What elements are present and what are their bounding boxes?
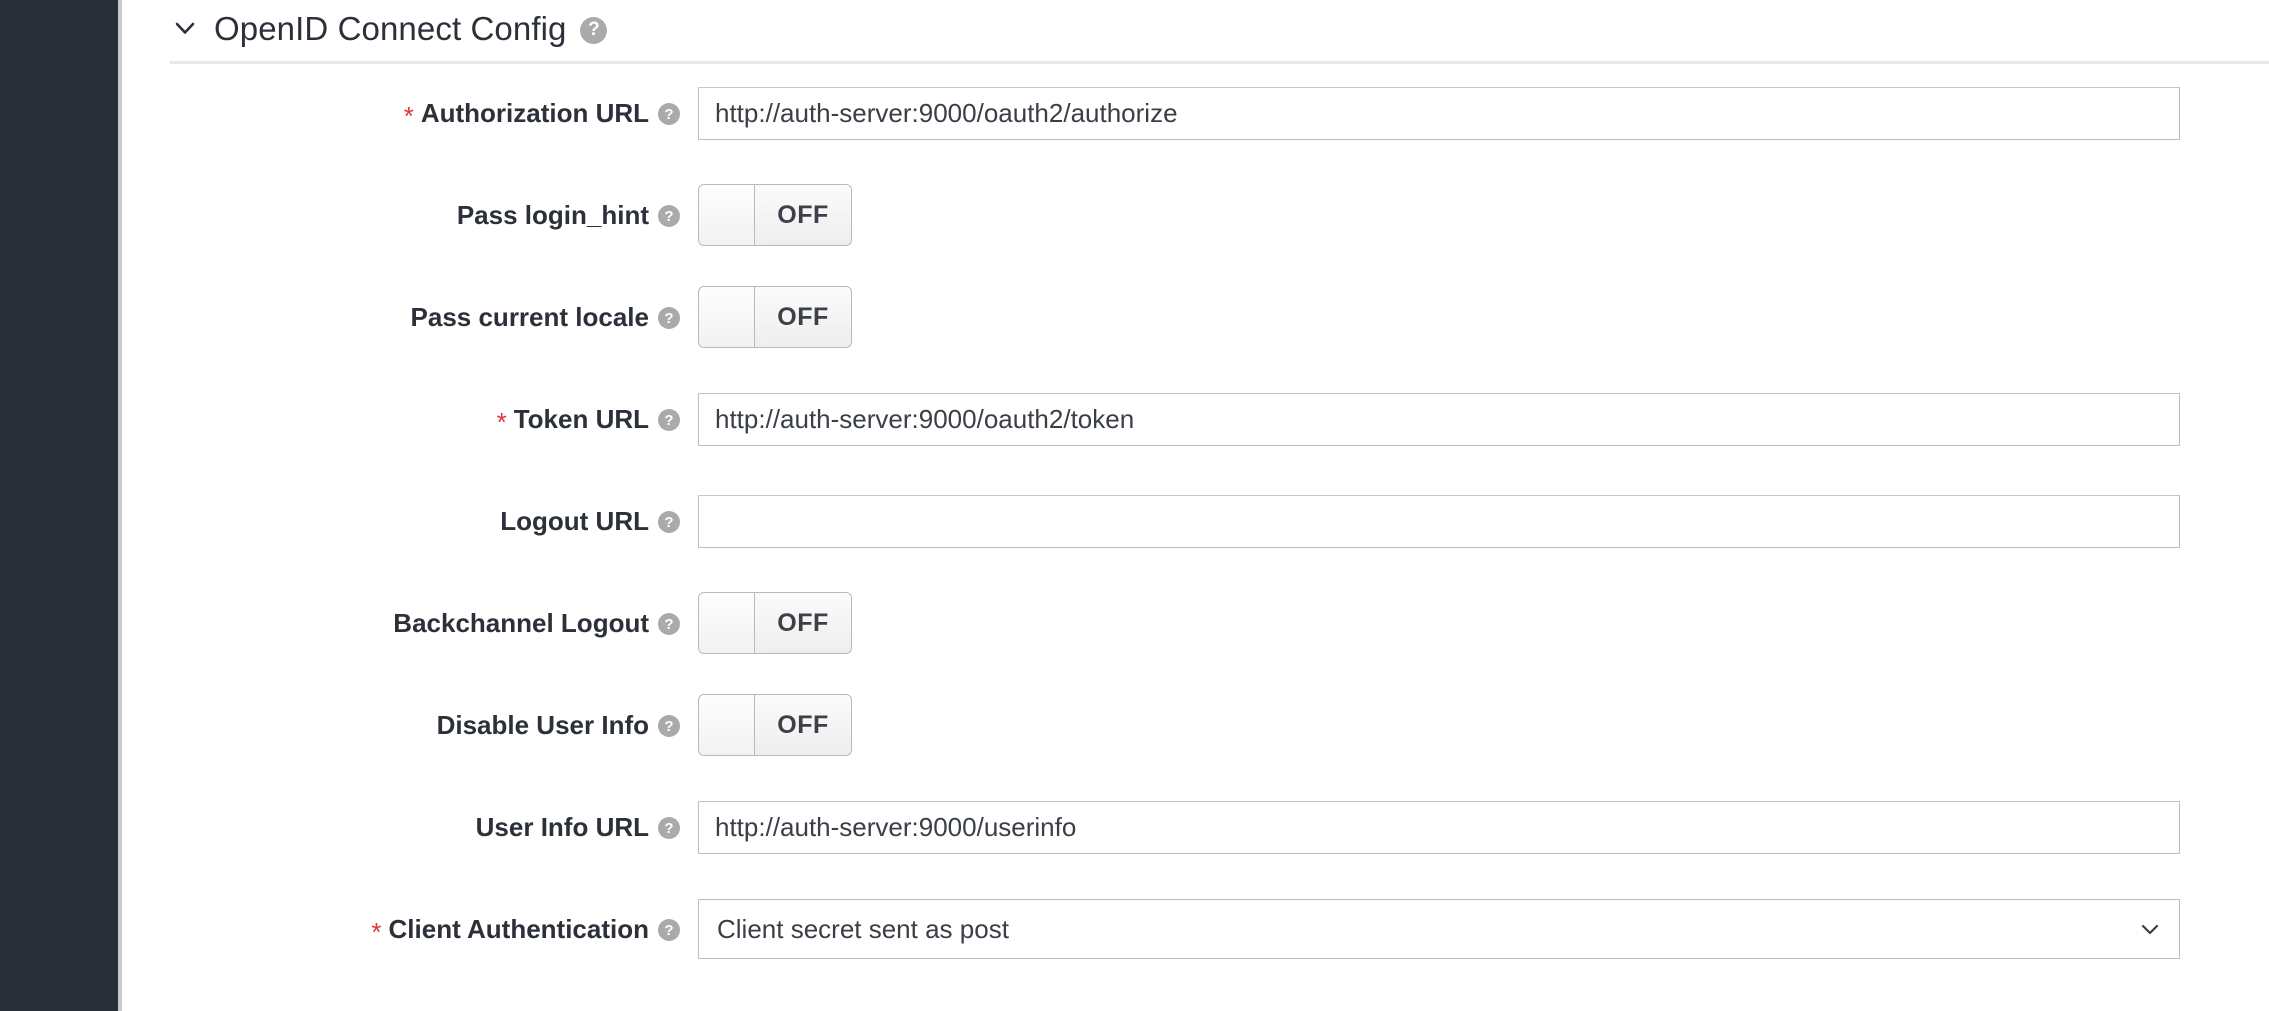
field-control-backchannel-logout: OFF	[698, 572, 852, 674]
page-title: OpenID Connect Config	[214, 9, 567, 47]
section-header: OpenID Connect Config ?	[170, 0, 608, 56]
client-authentication-select[interactable]: Client secret sent as post	[698, 899, 2180, 959]
pass-login-hint-toggle[interactable]: OFF	[698, 184, 852, 246]
field-label-authorization-url: * Authorization URL?	[404, 62, 680, 164]
logout-url-input[interactable]	[698, 494, 2180, 548]
field-label-text: Backchannel Logout	[393, 608, 649, 638]
field-label-backchannel-logout: Backchannel Logout?	[393, 572, 680, 674]
help-circle-icon[interactable]: ?	[658, 919, 680, 941]
form-row-backchannel-logout: Backchannel Logout? OFF	[122, 572, 2269, 674]
help-circle-icon[interactable]: ?	[658, 205, 680, 227]
field-control-logout-url	[698, 470, 2180, 572]
toggle-knob	[699, 695, 755, 755]
authorization-url-input[interactable]	[698, 86, 2180, 140]
toggle-knob	[699, 185, 755, 245]
toggle-state-label: OFF	[777, 608, 829, 637]
backchannel-logout-toggle[interactable]: OFF	[698, 592, 852, 654]
field-label-pass-login-hint: Pass login_hint?	[457, 164, 680, 266]
help-circle-icon[interactable]: ?	[658, 715, 680, 737]
field-control-token-url	[698, 368, 2180, 470]
help-circle-icon[interactable]: ?	[658, 613, 680, 635]
pass-current-locale-toggle[interactable]: OFF	[698, 286, 852, 348]
form-row-authorization-url: * Authorization URL?	[122, 62, 2269, 164]
field-label-pass-current-locale: Pass current locale?	[411, 266, 680, 368]
toggle-state-label: OFF	[777, 302, 829, 331]
field-label-text: Token URL	[513, 404, 649, 434]
help-circle-icon[interactable]: ?	[658, 103, 680, 125]
section-help-icon[interactable]: ?	[580, 16, 608, 44]
required-asterisk: *	[496, 407, 507, 437]
field-control-user-info-url	[698, 776, 2180, 878]
form-row-disable-user-info: Disable User Info? OFF	[122, 674, 2269, 776]
field-control-authorization-url	[698, 62, 2180, 164]
toggle-knob	[699, 593, 755, 653]
form-row-client-authentication: * Client Authentication? Client secret sen…	[122, 878, 2269, 980]
form-row-pass-login-hint: Pass login_hint? OFF	[122, 164, 2269, 266]
field-control-pass-login-hint: OFF	[698, 164, 852, 266]
token-url-input[interactable]	[698, 392, 2180, 446]
disable-user-info-toggle[interactable]: OFF	[698, 694, 852, 756]
field-label-text: User Info URL	[475, 812, 649, 842]
select-selected-value: Client secret sent as post	[717, 913, 1009, 944]
form-row-user-info-url: User Info URL?	[122, 776, 2269, 878]
chevron-down-icon[interactable]	[170, 13, 200, 43]
openid-connect-form: *Authorization URL?Pass login_hint?OFFPa…	[122, 62, 2269, 980]
client-authentication-select-wrapper: Client secret sent as post	[698, 899, 2180, 959]
field-label-client-authentication: * Client Authentication?	[371, 878, 680, 980]
field-label-text: Logout URL	[500, 506, 649, 536]
field-control-disable-user-info: OFF	[698, 674, 852, 776]
toggle-state-label: OFF	[777, 200, 829, 229]
toggle-knob	[699, 287, 755, 347]
help-circle-icon[interactable]: ?	[658, 409, 680, 431]
field-control-pass-current-locale: OFF	[698, 266, 852, 368]
form-row-pass-current-locale: Pass current locale? OFF	[122, 266, 2269, 368]
toggle-state-label: OFF	[777, 710, 829, 739]
field-label-text: Pass current locale	[410, 302, 649, 332]
field-label-text: Authorization URL	[420, 98, 649, 128]
field-label-text: Disable User Info	[436, 710, 649, 740]
form-row-logout-url: Logout URL?	[122, 470, 2269, 572]
field-label-text: Client Authentication	[388, 914, 649, 944]
field-label-text: Pass login_hint	[456, 200, 649, 230]
field-label-logout-url: Logout URL?	[500, 470, 680, 572]
required-asterisk: *	[403, 101, 414, 131]
field-label-user-info-url: User Info URL?	[476, 776, 680, 878]
left-nav-rail	[0, 0, 118, 1011]
field-control-client-authentication: Client secret sent as post	[698, 878, 2180, 980]
required-asterisk: *	[371, 917, 382, 947]
help-circle-icon[interactable]: ?	[658, 511, 680, 533]
page-root: OpenID Connect Config ? * Authorization U…	[0, 0, 2269, 1011]
help-circle-icon[interactable]: ?	[658, 307, 680, 329]
field-label-token-url: * Token URL?	[497, 368, 680, 470]
user-info-url-input[interactable]	[698, 800, 2180, 854]
field-label-disable-user-info: Disable User Info?	[437, 674, 680, 776]
help-circle-icon[interactable]: ?	[658, 817, 680, 839]
content-area: OpenID Connect Config ? * Authorization U…	[122, 0, 2269, 1011]
form-row-token-url: * Token URL?	[122, 368, 2269, 470]
